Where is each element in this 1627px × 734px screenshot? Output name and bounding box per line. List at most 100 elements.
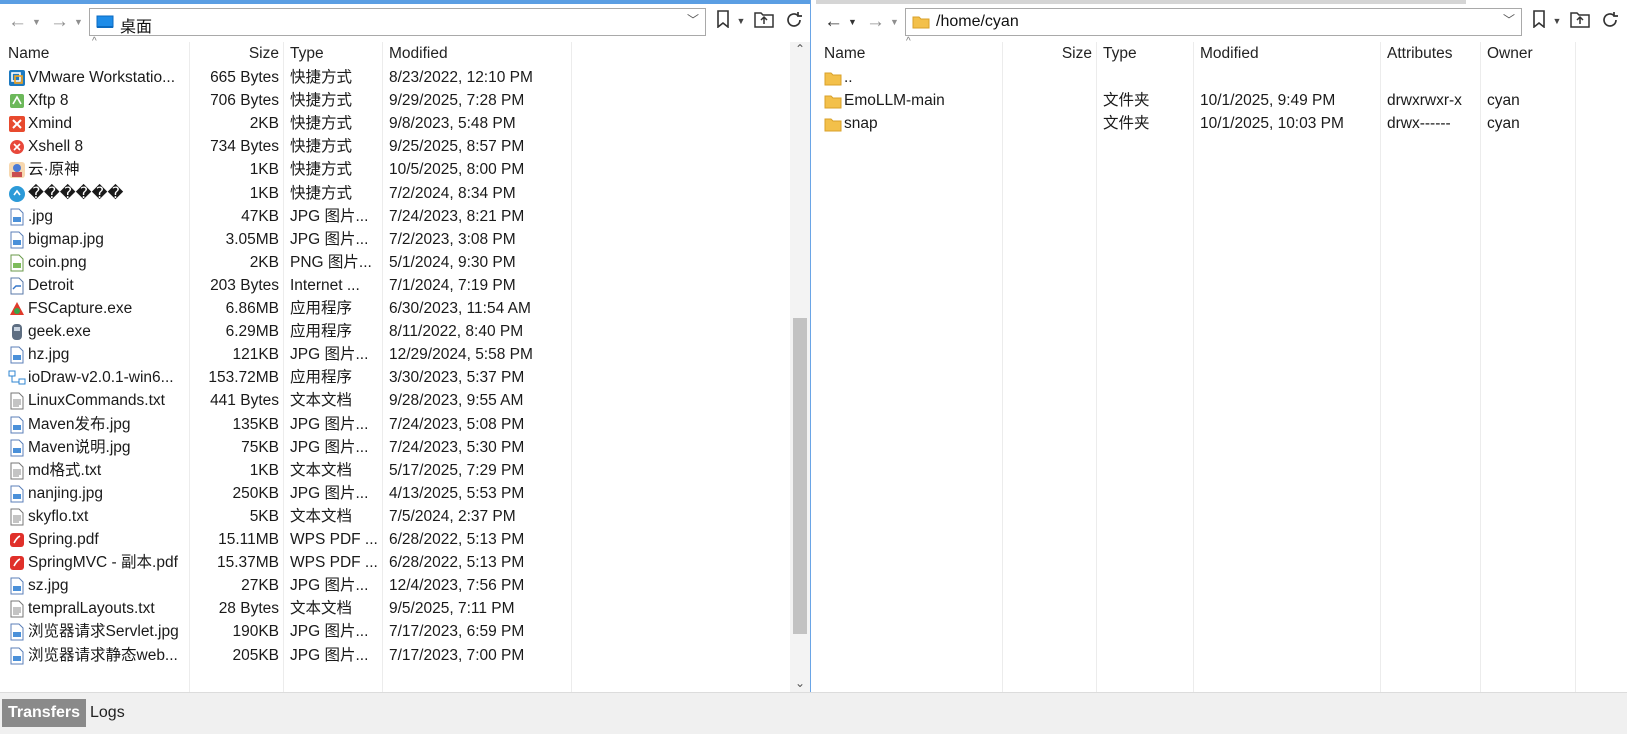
file-row[interactable]: Detroit 203 Bytes Internet ... 7/1/2024, 7:… [0,274,810,298]
column-type[interactable]: Type [284,42,384,66]
forward-history-dropdown-icon[interactable]: ▼ [74,9,83,35]
file-modified: 12/4/2023, 7:56 PM [389,577,525,595]
tab-logs[interactable]: Logs [84,699,131,727]
column-size[interactable]: Size [1003,42,1098,66]
file-row[interactable]: ioDraw-v2.0.1-win6... 153.72MB 应用程序 3/30/20… [0,366,810,390]
file-name-text: SpringMVC - 副本.pdf [28,554,178,572]
file-owner [1481,66,1576,90]
file-name-text: skyflo.txt [28,507,89,525]
column-type[interactable]: Type [1097,42,1195,66]
file-type: 快捷方式 [290,92,353,110]
parent-folder-icon[interactable] [753,10,775,32]
column-owner[interactable]: Owner [1481,42,1576,66]
file-size: 153.72MB [208,369,279,387]
remote-pane: ← ▼ → ▼ /home/cyan ﹀ ▼ Name ^ Size Type … [816,0,1627,692]
file-row[interactable]: bigmap.jpg 3.05MB JPG 图片... 7/2/2023, 3:08 … [0,228,810,252]
file-row[interactable]: nanjing.jpg 250KB JPG 图片... 4/13/2025, 5:53… [0,482,810,506]
file-name: 浏览器请求Servlet.jpg [2,620,190,644]
file-name-text: FSCapture.exe [28,300,133,317]
file-row[interactable]: snap 文件夹 10/1/2025, 10:03 PM drwx------ cyan [816,112,1627,136]
image-file-icon [8,231,26,249]
file-row[interactable]: LinuxCommands.txt 441 Bytes 文本文档 9/28/2023,… [0,389,810,413]
forward-arrow-icon[interactable]: → [866,9,885,35]
back-history-dropdown-icon[interactable]: ▼ [32,9,41,35]
xftp-icon [8,92,26,110]
file-modified: 7/17/2023, 7:00 PM [389,646,525,664]
column-size[interactable]: Size [190,42,285,66]
remote-column-header: Name ^ Size Type Modified Attributes Own… [816,36,1627,66]
file-row[interactable]: tempralLayouts.txt 28 Bytes 文本文档 9/5/2025, … [0,597,810,621]
local-scrollbar[interactable]: ⌃ ⌄ [790,42,810,692]
file-row[interactable]: md格式.txt 1KB 文本文档 5/17/2025, 7:29 PM [0,459,810,483]
chevron-down-icon[interactable]: ﹀ [687,11,699,28]
file-name: Detroit [2,274,190,298]
file-row[interactable]: Maven说明.jpg 75KB JPG 图片... 7/24/2023, 5:30 … [0,436,810,460]
file-row[interactable]: ������ 1KB 快捷方式 7/2/2024, 8:34 PM [0,182,810,206]
file-size: 135KB [232,415,279,433]
file-row[interactable]: 浏览器请求Servlet.jpg 190KB JPG 图片... 7/17/2023,… [0,620,810,644]
file-type: 快捷方式 [290,161,353,179]
column-divider [1380,42,1381,692]
refresh-icon[interactable] [1599,10,1621,32]
file-name: snap [818,112,1003,136]
file-type: JPG 图片... [290,646,369,664]
inactive-pane-indicator [816,0,1466,4]
scrollbar-thumb[interactable] [793,318,807,634]
file-row[interactable]: 云·原神 1KB 快捷方式 10/5/2025, 8:00 PM [0,158,810,182]
image-file-icon [8,416,26,434]
forward-history-dropdown-icon[interactable]: ▼ [890,9,899,35]
file-type: 快捷方式 [290,138,353,156]
file-row[interactable]: 浏览器请求静态web... 205KB JPG 图片... 7/17/2023, 7:… [0,644,810,668]
scroll-up-icon[interactable]: ⌃ [790,42,810,56]
file-row[interactable]: SpringMVC - 副本.pdf 15.37MB WPS PDF ... 6/28… [0,551,810,575]
refresh-icon[interactable] [783,10,805,32]
local-path-input[interactable]: 桌面 ﹀ [89,8,706,36]
column-attributes[interactable]: Attributes [1381,42,1481,66]
column-divider [1575,42,1576,692]
file-name: SpringMVC - 副本.pdf [2,551,190,575]
file-type: 文本文档 [290,507,353,525]
file-row[interactable]: coin.png 2KB PNG 图片... 5/1/2024, 9:30 PM [0,251,810,275]
scroll-down-icon[interactable]: ⌄ [790,676,810,690]
file-row[interactable]: Xmind 2KB 快捷方式 9/8/2023, 5:48 PM [0,112,810,136]
parent-folder-icon[interactable] [1569,10,1591,32]
column-divider [1193,42,1194,692]
text-file-icon [8,508,26,526]
file-name-text: ������ [28,184,124,202]
file-row[interactable]: sz.jpg 27KB JPG 图片... 12/4/2023, 7:56 PM [0,574,810,598]
file-row[interactable]: hz.jpg 121KB JPG 图片... 12/29/2024, 5:58 PM [0,343,810,367]
file-name-text: coin.png [28,253,87,271]
file-row[interactable]: Spring.pdf 15.11MB WPS PDF ... 6/28/2022, 5… [0,528,810,552]
folder-icon [824,115,842,133]
file-name-text: EmoLLM-main [844,92,945,110]
bookmark-dropdown-icon[interactable]: ▼ [730,10,752,32]
file-row[interactable]: .jpg 47KB JPG 图片... 7/24/2023, 8:21 PM [0,205,810,229]
file-row[interactable]: VMware Workstatio... 665 Bytes 快捷方式 8/23/20… [0,66,810,90]
tab-transfers[interactable]: Transfers [2,699,87,727]
file-row[interactable]: .. [816,66,1627,90]
file-type: 快捷方式 [290,115,353,133]
file-type: 文本文档 [290,461,353,479]
file-type [1097,66,1195,90]
file-row[interactable]: Xshell 8 734 Bytes 快捷方式 9/25/2025, 8:57 PM [0,135,810,159]
column-modified[interactable]: Modified [1194,42,1382,66]
file-name-text: sz.jpg [28,577,69,595]
back-history-dropdown-icon[interactable]: ▼ [848,9,857,35]
genshin-icon [8,161,26,179]
file-row[interactable]: FSCapture.exe 6.86MB 应用程序 6/30/2023, 11:54 … [0,297,810,321]
column-modified[interactable]: Modified [383,42,573,66]
file-name-text: .jpg [28,207,53,225]
chevron-down-icon[interactable]: ﹀ [1503,11,1515,28]
file-modified: 6/28/2022, 5:13 PM [389,531,525,548]
remote-path-input[interactable]: /home/cyan ﹀ [905,8,1522,36]
file-row[interactable]: geek.exe 6.29MB 应用程序 8/11/2022, 8:40 PM [0,320,810,344]
file-row[interactable]: Maven发布.jpg 135KB JPG 图片... 7/24/2023, 5:08… [0,413,810,437]
forward-arrow-icon[interactable]: → [50,9,69,35]
file-size [1003,89,1098,113]
back-arrow-icon[interactable]: ← [824,9,843,35]
bookmark-dropdown-icon[interactable]: ▼ [1546,10,1568,32]
back-arrow-icon[interactable]: ← [8,9,27,35]
file-row[interactable]: EmoLLM-main 文件夹 10/1/2025, 9:49 PM drwxrwxr… [816,89,1627,113]
file-row[interactable]: Xftp 8 706 Bytes 快捷方式 9/29/2025, 7:28 PM [0,89,810,113]
file-row[interactable]: skyflo.txt 5KB 文本文档 7/5/2024, 2:37 PM [0,505,810,529]
